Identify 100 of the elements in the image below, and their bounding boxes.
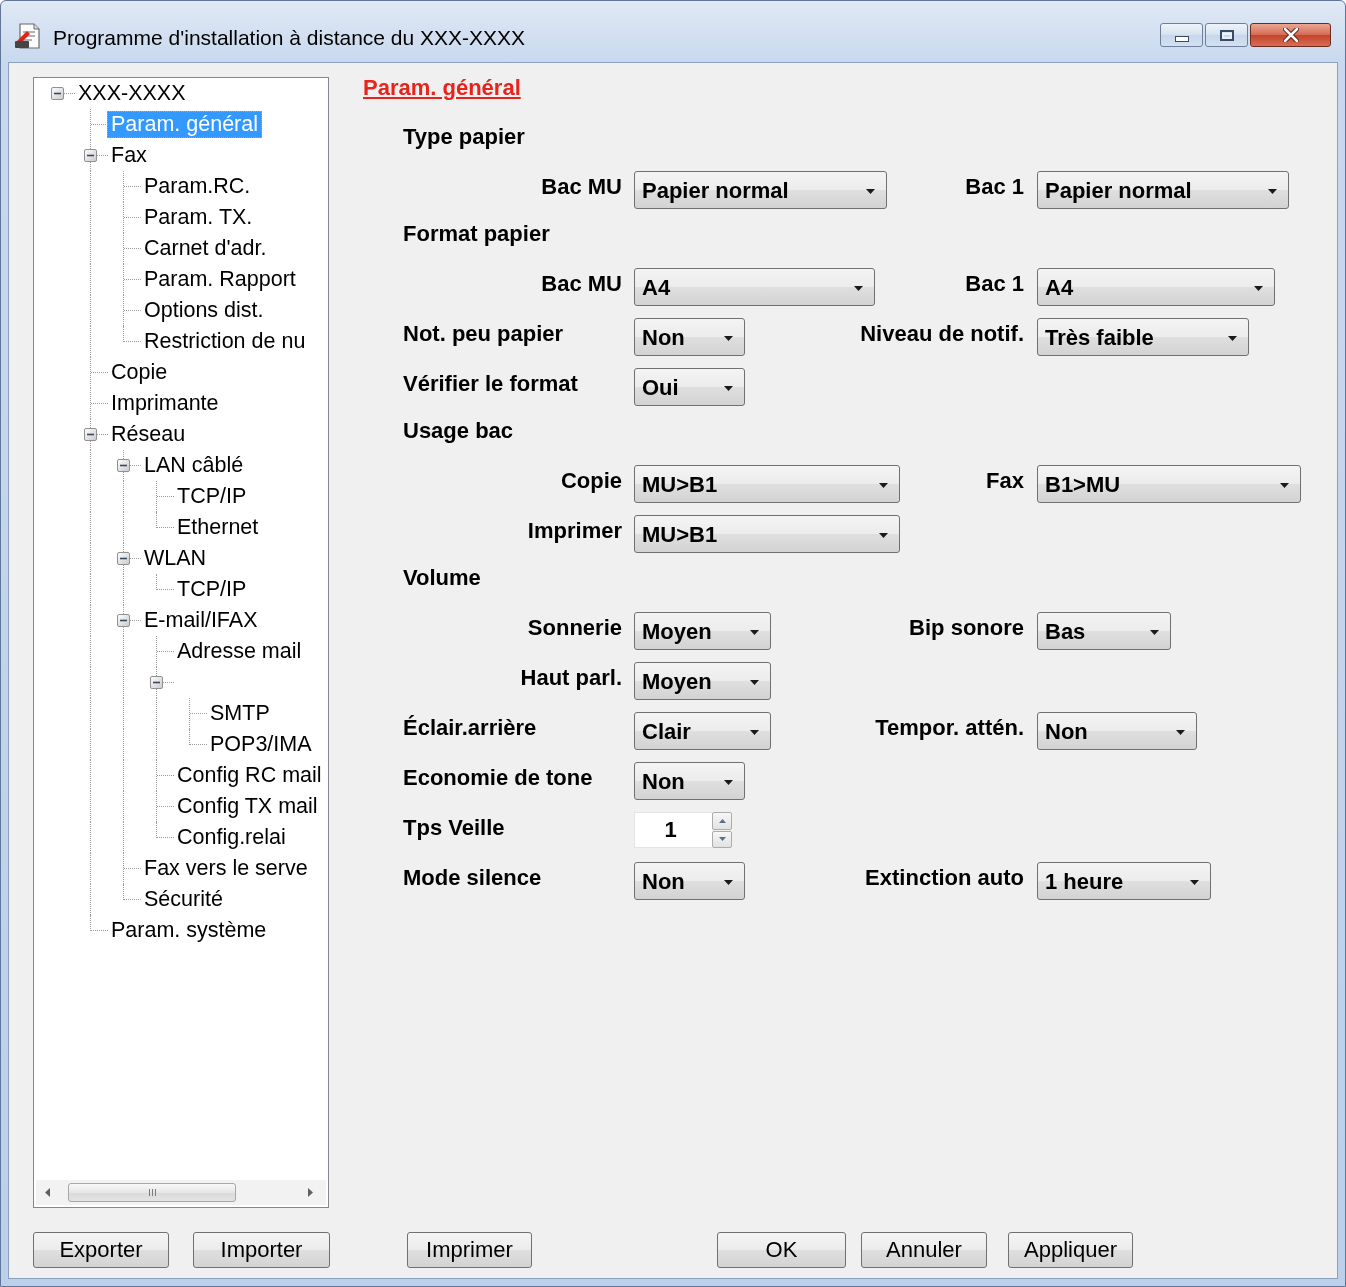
field-label: Bip sonore — [909, 615, 1024, 641]
group-heading: Volume — [403, 565, 481, 590]
caret-icon — [750, 629, 759, 635]
maximize-button[interactable] — [1205, 23, 1248, 47]
field-label: Bac 1 — [965, 271, 1024, 297]
tree-item[interactable]: TCP/IP — [173, 576, 251, 603]
spin-up-button[interactable] — [712, 812, 732, 830]
scroll-right-icon[interactable] — [308, 1188, 313, 1197]
tree-item[interactable]: Réseau — [107, 421, 190, 448]
field-label: Copie — [560, 468, 622, 494]
tree-item[interactable]: Param. système — [107, 917, 271, 944]
caret-icon — [750, 729, 759, 735]
tree-item[interactable]: Imprimante — [107, 390, 223, 417]
dropdown[interactable]: Oui — [634, 368, 745, 406]
minimize-button[interactable] — [1160, 23, 1203, 47]
dropdown[interactable]: Clair — [634, 712, 771, 750]
dropdown[interactable]: Papier normal — [1037, 171, 1289, 209]
field-label: Vérifier le format — [403, 371, 578, 397]
down-arrow-icon — [718, 837, 726, 842]
field-label: Bac MU — [541, 271, 622, 297]
dialog-button[interactable]: OK — [717, 1232, 846, 1268]
dialog-button[interactable]: Importer — [193, 1232, 330, 1268]
field-label: Niveau de notif. — [860, 321, 1024, 347]
tree-item[interactable]: Sécurité — [140, 886, 227, 913]
tree-item[interactable]: E-mail/IFAX — [140, 607, 262, 634]
collapse-icon[interactable] — [150, 676, 163, 689]
dropdown[interactable]: Non — [634, 862, 745, 900]
collapse-icon[interactable] — [117, 552, 130, 565]
dialog-button[interactable]: Annuler — [861, 1232, 987, 1268]
dropdown[interactable]: Bas — [1037, 612, 1171, 650]
collapse-icon[interactable] — [51, 87, 64, 100]
spin-down-button[interactable] — [712, 830, 732, 848]
tree-item[interactable]: Config.relai — [173, 824, 290, 851]
dropdown[interactable]: Non — [634, 762, 745, 800]
tree-item[interactable]: Config RC mail — [173, 762, 326, 789]
caret-icon — [1280, 482, 1289, 488]
dropdown[interactable]: Très faible — [1037, 318, 1249, 356]
field-label: Tps Veille — [403, 815, 505, 841]
dropdown[interactable]: Moyen — [634, 612, 771, 650]
dialog-button[interactable]: Exporter — [33, 1232, 169, 1268]
tree-item[interactable]: Param. Rapport — [140, 266, 300, 293]
collapse-icon[interactable] — [84, 428, 97, 441]
dropdown[interactable]: Non — [634, 318, 745, 356]
caret-icon — [724, 779, 733, 785]
scroll-left-icon[interactable] — [45, 1188, 50, 1197]
dropdown[interactable]: A4 — [1037, 268, 1275, 306]
window-title: Programme d'installation à distance du XXX-XXXX — [53, 26, 526, 50]
tree-item[interactable]: Adresse mail — [173, 638, 306, 665]
collapse-icon[interactable] — [84, 149, 97, 162]
collapse-icon[interactable] — [117, 459, 130, 472]
tree-item[interactable]: LAN câblé — [140, 452, 248, 479]
tree-item[interactable]: Fax vers le serve — [140, 855, 312, 882]
tree-item[interactable]: Param.RC. — [140, 173, 255, 200]
dropdown[interactable]: Papier normal — [634, 171, 887, 209]
dialog-button[interactable]: Imprimer — [407, 1232, 532, 1268]
close-button[interactable] — [1250, 23, 1331, 47]
dropdown[interactable]: Non — [1037, 712, 1197, 750]
field-label: Sonnerie — [527, 615, 622, 641]
dialog-button[interactable]: Appliquer — [1008, 1232, 1133, 1268]
tree-item[interactable]: Ethernet — [173, 514, 263, 541]
tree-item[interactable]: WLAN — [140, 545, 211, 572]
tree-item[interactable]: TCP/IP — [173, 483, 251, 510]
dropdown[interactable]: MU>B1 — [634, 515, 900, 553]
dropdown[interactable]: MU>B1 — [634, 465, 900, 503]
close-icon — [1282, 28, 1299, 42]
caret-icon — [724, 879, 733, 885]
tree-item[interactable]: Fax — [107, 142, 151, 169]
tree-item[interactable]: POP3/IMA — [206, 731, 316, 758]
field-label: Bac 1 — [965, 174, 1024, 200]
tree-item[interactable]: Options dist. — [140, 297, 268, 324]
horizontal-scrollbar[interactable] — [36, 1180, 326, 1205]
caret-icon — [724, 385, 733, 391]
dropdown[interactable]: B1>MU — [1037, 465, 1301, 503]
caret-icon — [1268, 188, 1277, 194]
tree-item[interactable]: XXX-XXXX — [74, 80, 190, 107]
field-label: Fax — [986, 468, 1024, 494]
group-heading: Usage bac — [403, 418, 514, 443]
field-label: Economie de tone — [403, 765, 593, 791]
number-field[interactable]: 1 — [634, 812, 712, 848]
field-label: Haut parl. — [520, 665, 622, 691]
dropdown[interactable]: 1 heure — [1037, 862, 1211, 900]
field-label: Extinction auto — [865, 865, 1024, 891]
section-title: Param. général — [363, 75, 521, 100]
caret-icon — [724, 335, 733, 341]
scroll-thumb[interactable] — [68, 1183, 236, 1202]
collapse-icon[interactable] — [117, 614, 130, 627]
tree-item[interactable]: Copie — [107, 359, 172, 386]
tree-item[interactable]: SMTP — [206, 700, 274, 727]
group-heading: Format papier — [403, 221, 550, 246]
tree-item[interactable]: Carnet d'adr. — [140, 235, 271, 262]
caret-icon — [879, 532, 888, 538]
caret-icon — [750, 679, 759, 685]
dropdown[interactable]: A4 — [634, 268, 875, 306]
field-label: Tempor. attén. — [875, 715, 1024, 741]
tree-item[interactable]: Config TX mail — [173, 793, 322, 820]
tree-item[interactable]: Param. TX. — [140, 204, 257, 231]
dropdown[interactable]: Moyen — [634, 662, 771, 700]
tree-item[interactable]: Restriction de nu — [140, 328, 310, 355]
caret-icon — [1150, 629, 1159, 635]
grip-icon — [148, 1189, 156, 1196]
